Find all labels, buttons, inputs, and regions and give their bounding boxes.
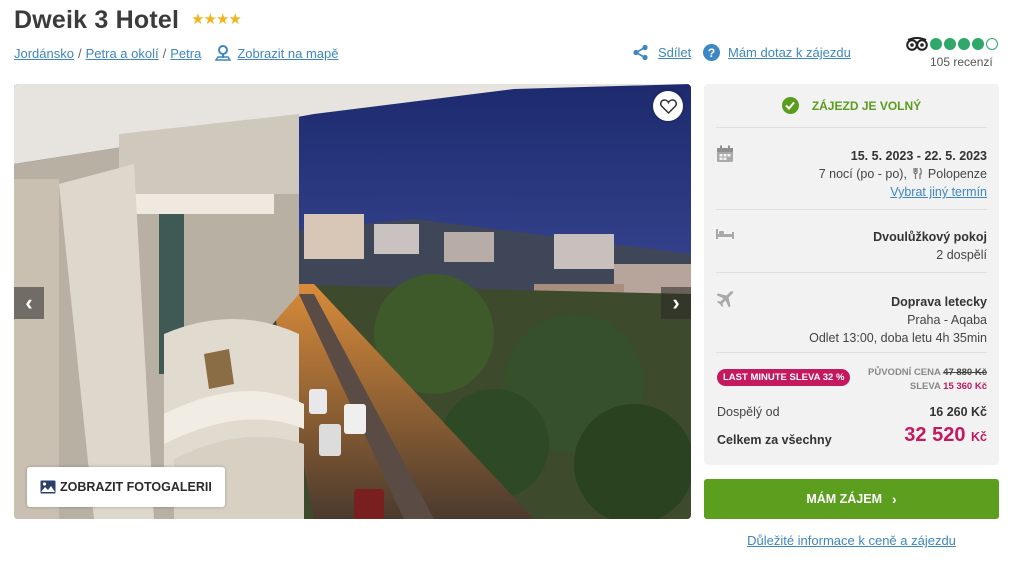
transport-section: Doprava letecky Praha - Aqaba Odlet 13:0… xyxy=(716,273,987,353)
date-section: 15. 5. 2023 - 22. 5. 2023 7 nocí (po - p… xyxy=(716,128,987,210)
prev-photo-button[interactable]: ‹ xyxy=(14,287,44,319)
rating-dot-filled xyxy=(972,38,984,50)
discount-value: 15 360 Kč xyxy=(943,381,987,392)
next-photo-button[interactable]: › xyxy=(661,287,691,319)
rating-dot-filled xyxy=(930,38,942,50)
hotel-photo[interactable]: ‹ › ZOBRAZIT FOTOGALERII xyxy=(14,84,691,519)
breadcrumb: Jordánsko / Petra a okolí / Petra Zobraz… xyxy=(14,45,338,62)
trip-dates: 15. 5. 2023 - 22. 5. 2023 xyxy=(850,149,987,163)
show-gallery-label: ZOBRAZIT FOTOGALERII xyxy=(60,480,212,494)
room-type: Dvoulůžkový pokoj xyxy=(873,230,987,244)
show-map-label[interactable]: Zobrazit na mapě xyxy=(237,46,338,61)
breadcrumb-separator: / xyxy=(162,46,167,61)
interest-button[interactable]: MÁM ZÁJEM › xyxy=(704,479,999,519)
check-circle-icon xyxy=(781,97,799,114)
title-row: Dweik 3 Hotel ★★★★ xyxy=(14,6,242,35)
share-icon xyxy=(633,44,648,61)
guest-count: 2 dospělí xyxy=(936,248,987,262)
tripadvisor-icon xyxy=(906,37,928,51)
booking-panel: ZÁJEZD JE VOLNÝ 15. 5. 2023 - 22. 5. 202… xyxy=(704,84,999,465)
hotel-photo-image xyxy=(14,84,691,519)
last-minute-badge: LAST MINUTE SLEVA 32 % xyxy=(717,369,851,386)
share-label[interactable]: Sdílet xyxy=(658,45,691,60)
rating-dot-filled xyxy=(944,38,956,50)
interest-button-label: MÁM ZÁJEM xyxy=(806,492,883,506)
image-icon xyxy=(40,480,56,494)
transport-type: Doprava letecky xyxy=(891,295,987,309)
rating-dot-empty xyxy=(986,38,998,50)
room-section: Dvoulůžkový pokoj 2 dospělí xyxy=(716,210,987,273)
original-price-label: PŮVODNÍ CENA xyxy=(868,367,941,378)
availability-status: ZÁJEZD JE VOLNÝ xyxy=(716,84,987,128)
review-count[interactable]: 105 recenzí xyxy=(930,55,993,69)
change-date-link[interactable]: Vybrat jiný termín xyxy=(890,185,987,199)
chevron-right-icon: › xyxy=(892,491,897,507)
question-icon: ? xyxy=(703,44,720,61)
ask-question-link[interactable]: ? Mám dotaz k zájezdu xyxy=(703,44,851,61)
breadcrumb-region[interactable]: Petra a okolí xyxy=(86,46,159,61)
breadcrumb-separator: / xyxy=(77,46,82,61)
heart-icon xyxy=(659,98,677,114)
star-rating: ★★★★ xyxy=(191,10,242,28)
bed-icon xyxy=(716,229,734,239)
tripadvisor-rating[interactable] xyxy=(906,37,998,51)
total-price-currency: Kč xyxy=(971,430,987,444)
trip-duration-board: 7 nocí (po - po), Polopenze xyxy=(716,165,987,183)
show-gallery-button[interactable]: ZOBRAZIT FOTOGALERII xyxy=(27,467,225,507)
trip-nights: 7 nocí (po - po), xyxy=(818,167,907,181)
breadcrumb-city[interactable]: Petra xyxy=(170,46,201,61)
departure-info: Odlet 13:00, doba letu 4h 35min xyxy=(809,331,987,345)
airplane-icon xyxy=(716,291,734,308)
cutlery-icon xyxy=(913,167,923,179)
map-pin-icon xyxy=(215,45,232,61)
availability-label: ZÁJEZD JE VOLNÝ xyxy=(811,98,922,113)
original-price: PŮVODNÍ CENA 47 880 Kč xyxy=(868,367,987,378)
price-section: LAST MINUTE SLEVA 32 % PŮVODNÍ CENA 47 8… xyxy=(716,353,987,462)
hotel-title: Dweik 3 Hotel xyxy=(14,6,180,34)
share-link[interactable]: Sdílet xyxy=(632,44,691,61)
flight-route: Praha - Aqaba xyxy=(907,313,987,327)
favorite-button[interactable] xyxy=(653,91,683,121)
breadcrumb-country[interactable]: Jordánsko xyxy=(14,46,74,61)
price-info-link[interactable]: Důležité informace k ceně a zájezdu xyxy=(704,533,999,548)
total-price-label: Celkem za všechny xyxy=(717,433,832,447)
calendar-icon xyxy=(717,145,733,162)
adult-price-value: 16 260 Kč xyxy=(929,405,987,419)
meal-plan: Polopenze xyxy=(927,167,987,181)
original-price-value: 47 880 Kč xyxy=(943,367,987,378)
total-price-amount: 32 520 xyxy=(904,424,966,446)
discount-label: SLEVA xyxy=(909,381,941,392)
rating-dot-filled xyxy=(958,38,970,50)
adult-price-label: Dospělý od xyxy=(717,405,780,419)
total-price: 32 520 Kč xyxy=(904,424,987,447)
show-map-link[interactable]: Zobrazit na mapě xyxy=(215,45,338,62)
ask-question-label[interactable]: Mám dotaz k zájezdu xyxy=(728,45,851,60)
discount: SLEVA 15 360 Kč xyxy=(910,381,987,392)
